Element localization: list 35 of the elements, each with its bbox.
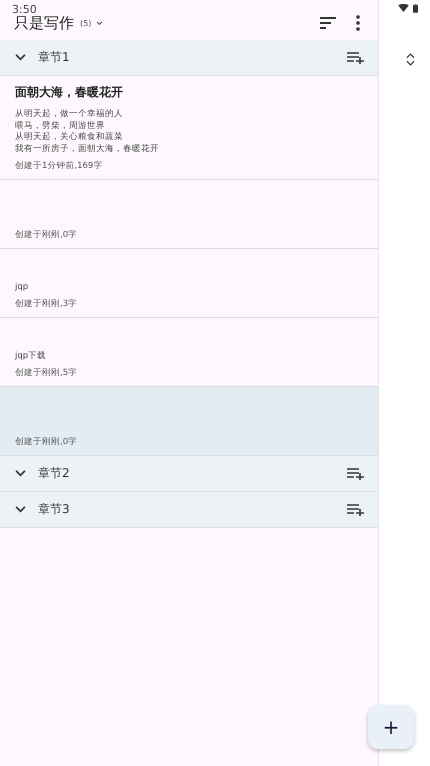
chapter-header[interactable]: 章节1 <box>0 40 378 76</box>
status-time: 3:50 <box>12 3 37 16</box>
chapter-title: 章节3 <box>38 501 70 518</box>
note-line: jqp下载 <box>15 350 48 362</box>
more-icon[interactable] <box>356 15 360 31</box>
battery-icon <box>413 4 418 13</box>
note-meta: 创建于刚刚,3字 <box>15 298 78 310</box>
wifi-icon <box>398 4 409 12</box>
note-line: 从明天起，做一个幸福的人 <box>15 109 124 120</box>
note-meta: 创建于1分钟前,169字 <box>15 160 104 172</box>
note-meta: 创建于刚刚,5字 <box>15 367 78 379</box>
chapter-title: 章节2 <box>38 465 70 482</box>
note-line: 我有一所房子，面朝大海，春暖花开 <box>15 144 160 155</box>
note-line: 从明天起，关心粮食和蔬菜 <box>15 132 124 144</box>
chapter-header[interactable]: 章节3 <box>0 492 378 528</box>
chevron-icon[interactable] <box>15 54 26 61</box>
chapter-header[interactable]: 章节2 <box>0 456 378 492</box>
chapter-title: 章节1 <box>38 49 70 66</box>
add-note-icon[interactable] <box>347 52 365 64</box>
note-count: (5) <box>80 18 92 28</box>
add-note-icon[interactable] <box>347 504 365 516</box>
note-line: 喂马，劈柴，周游世界 <box>15 120 106 132</box>
add-note-icon[interactable] <box>347 468 365 480</box>
chevron-icon[interactable] <box>15 506 26 513</box>
note-line: jqp <box>15 282 30 293</box>
add-button[interactable]: + <box>368 705 414 749</box>
sort-icon[interactable] <box>320 17 336 29</box>
note-title: 面朝大海，春暖花开 <box>15 84 124 101</box>
app-title: 只是写作 <box>14 14 74 32</box>
note-meta: 创建于刚刚,0字 <box>15 229 78 241</box>
expand-collapse-icon[interactable] <box>406 52 415 67</box>
chevron-icon[interactable] <box>15 470 26 477</box>
dropdown-icon[interactable] <box>96 20 104 26</box>
note-item[interactable]: 创建于刚刚,0字 <box>0 387 378 456</box>
note-meta: 创建于刚刚,0字 <box>15 436 78 448</box>
